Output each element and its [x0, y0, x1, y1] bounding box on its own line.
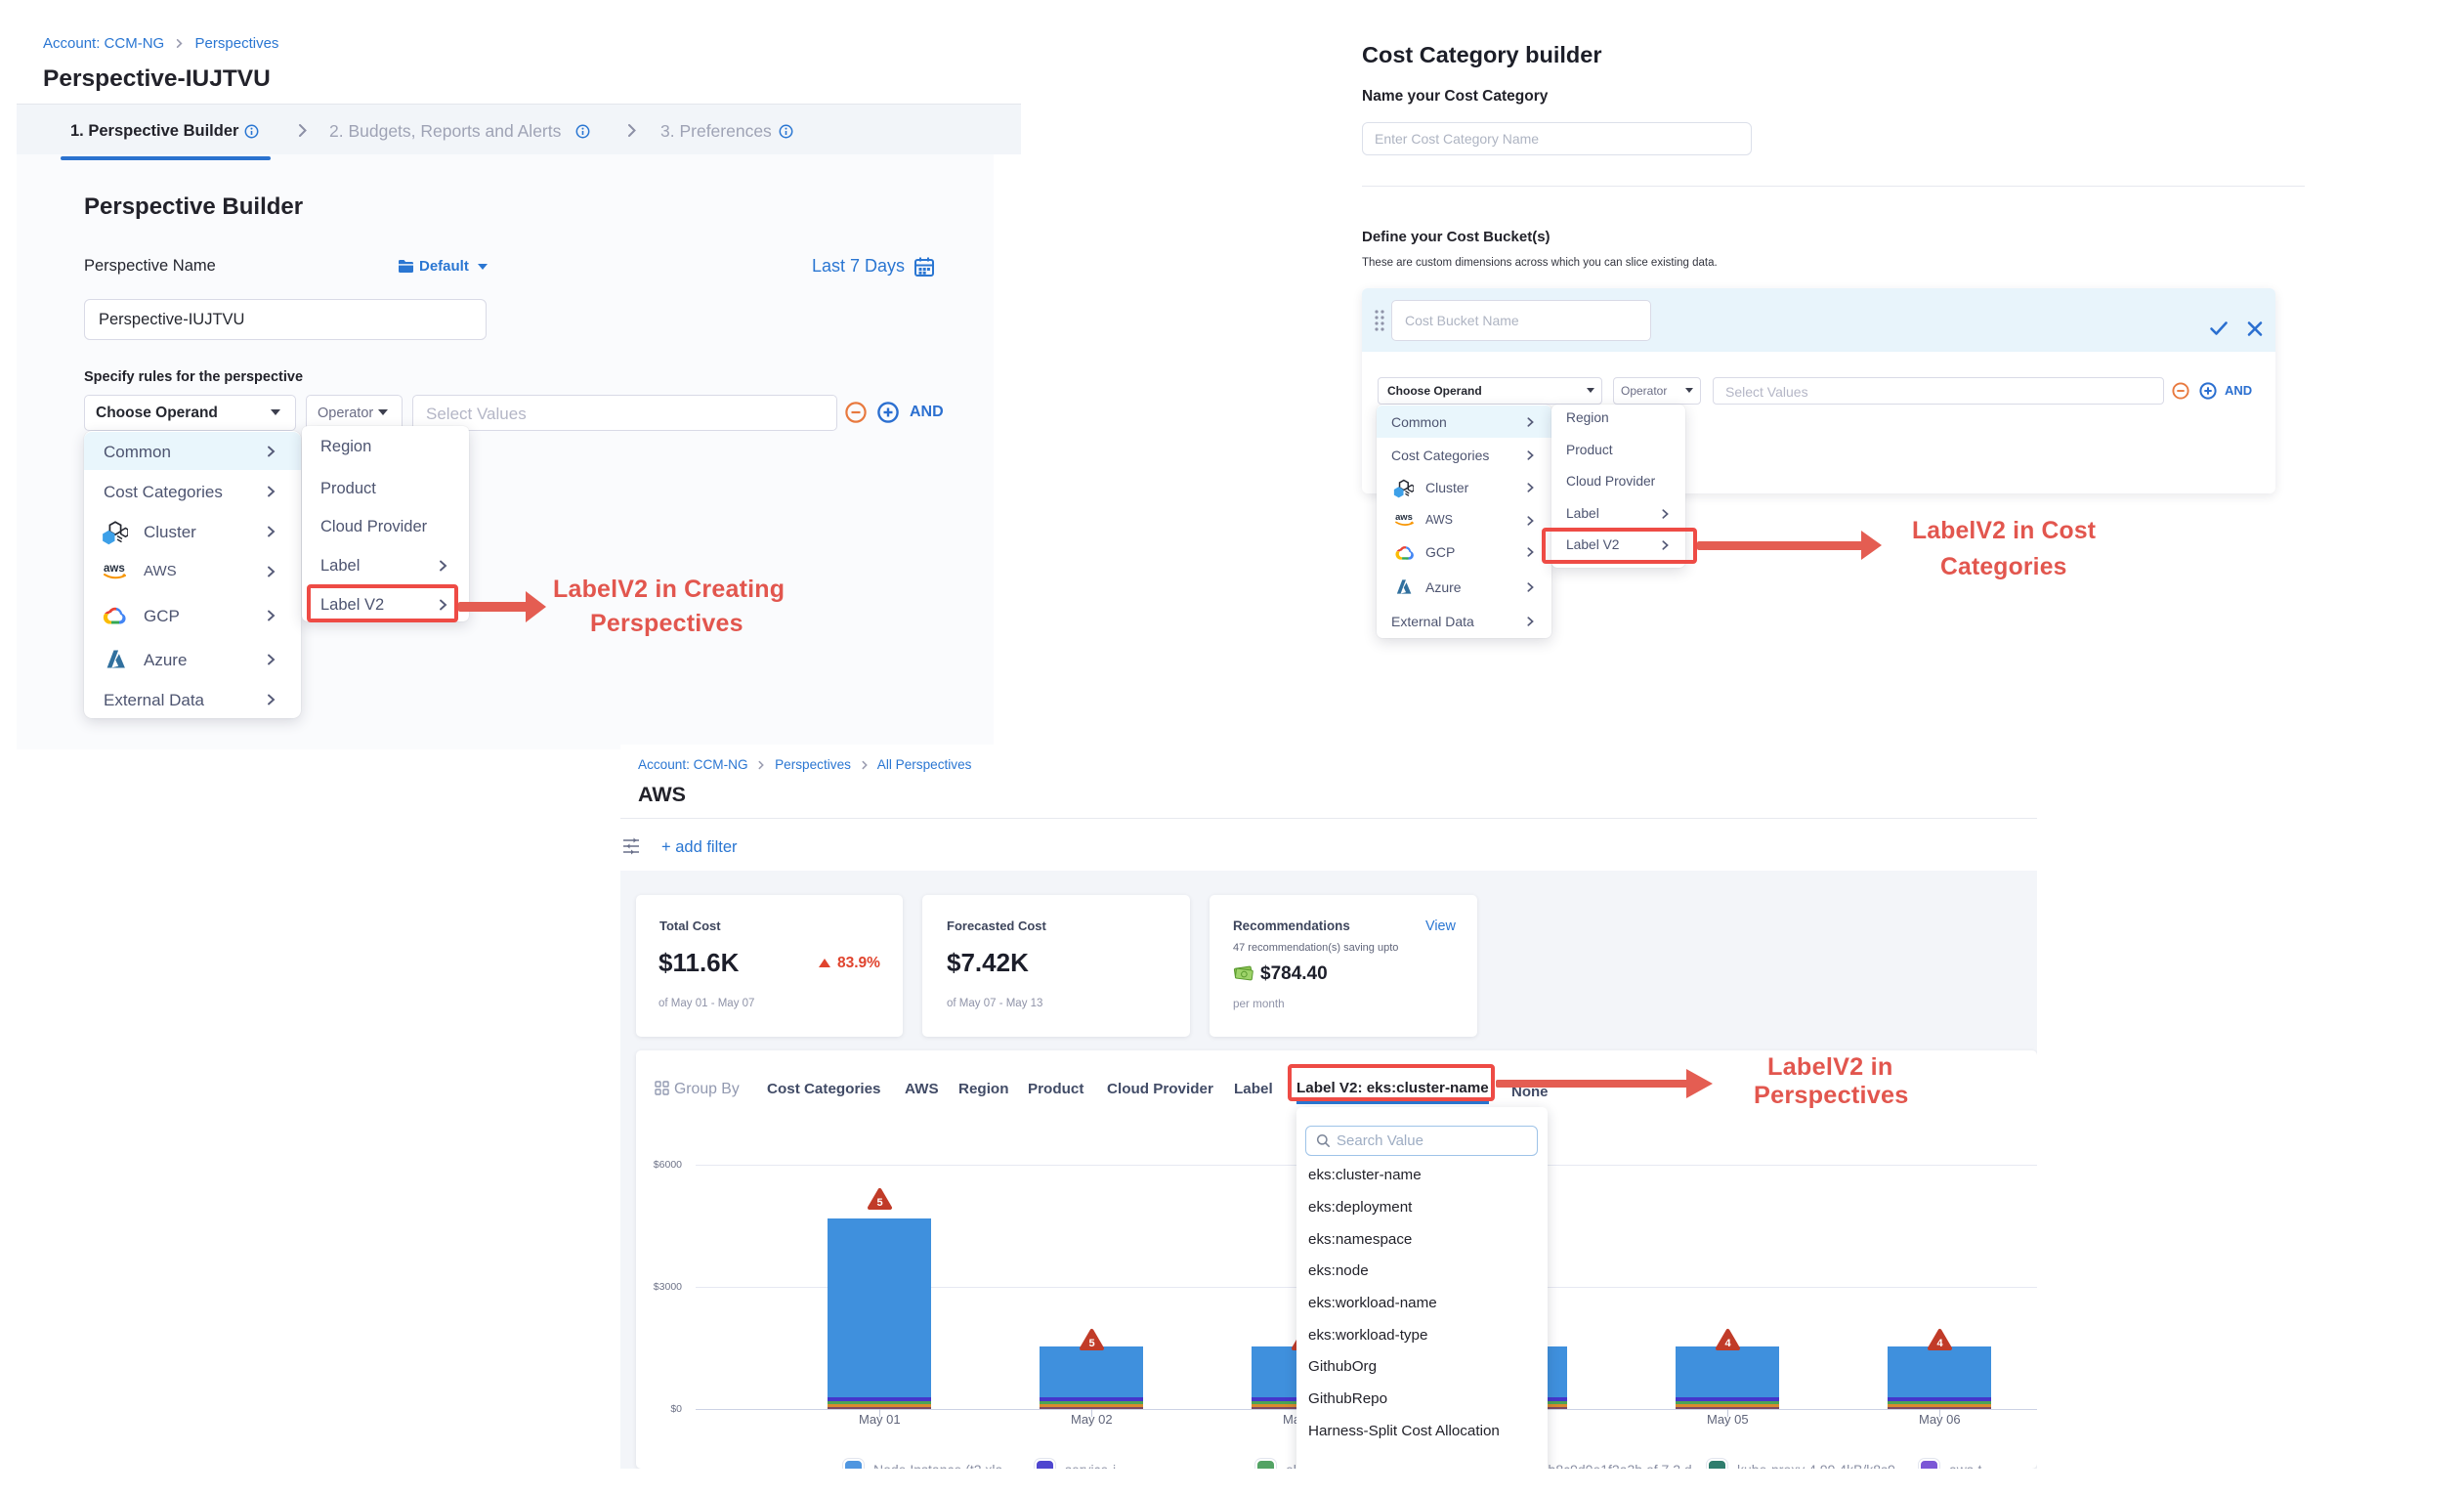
- svg-text:aws: aws: [104, 563, 125, 575]
- svg-text:4: 4: [1724, 1338, 1731, 1349]
- svg-text:aws: aws: [1395, 511, 1413, 522]
- svg-text:5: 5: [1088, 1338, 1094, 1349]
- svg-text:5: 5: [876, 1197, 882, 1209]
- svg-text:4: 4: [1936, 1338, 1943, 1349]
